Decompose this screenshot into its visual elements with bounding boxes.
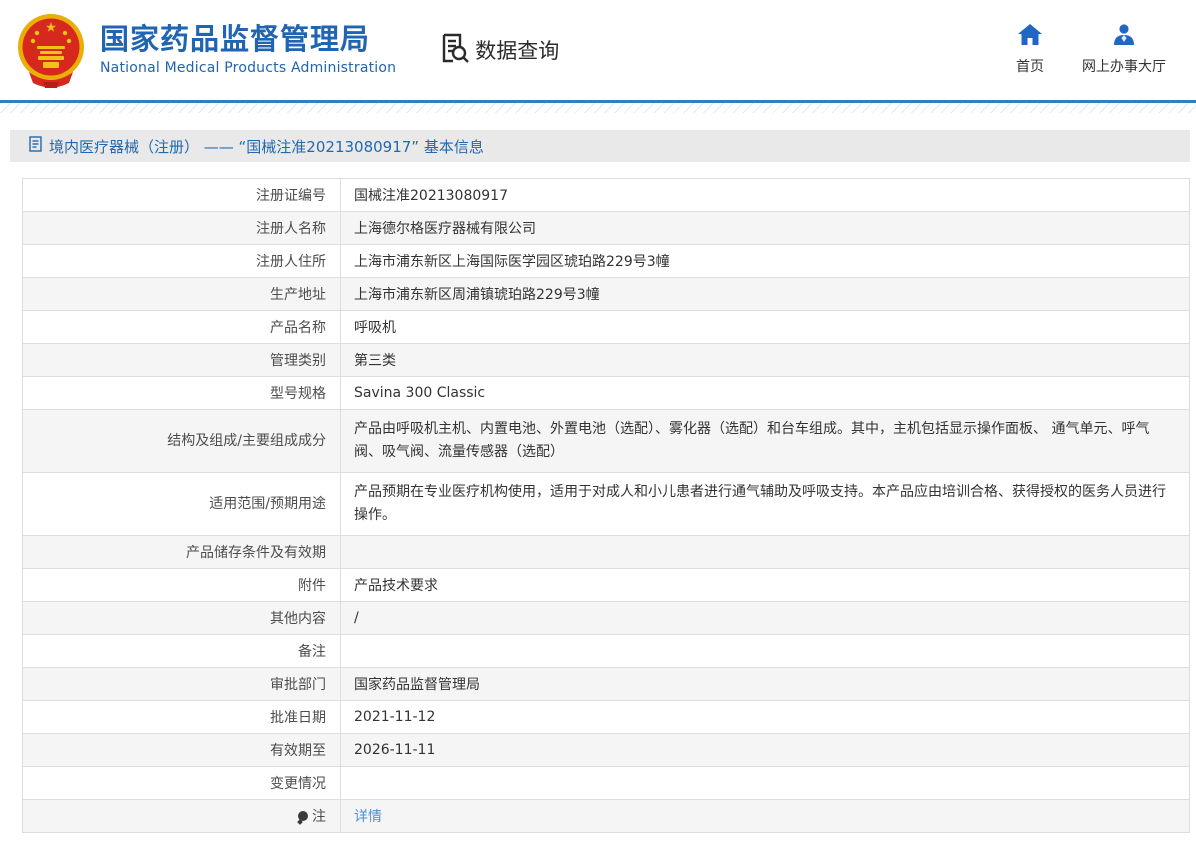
row-value: 产品技术要求 xyxy=(341,569,1190,602)
row-value: 国械注准20213080917 xyxy=(341,179,1190,212)
hatch-band xyxy=(0,103,1196,113)
table-row: 生产地址 上海市浦东新区周浦镇琥珀路229号3幢 xyxy=(23,278,1190,311)
row-value: 详情 xyxy=(341,800,1190,833)
table-row: 附件 产品技术要求 xyxy=(23,569,1190,602)
table-row: 产品储存条件及有效期 xyxy=(23,536,1190,569)
table-row: 注册人名称 上海德尔格医疗器械有限公司 xyxy=(23,212,1190,245)
note-label: 注 xyxy=(312,809,326,825)
row-label: 注册人住所 xyxy=(23,245,341,278)
row-label: 适用范围/预期用途 xyxy=(23,473,341,536)
table-row: 变更情况 xyxy=(23,767,1190,800)
table-row: 批准日期 2021-11-12 xyxy=(23,701,1190,734)
row-label: 结构及组成/主要组成成分 xyxy=(23,410,341,473)
table-row: 审批部门 国家药品监督管理局 xyxy=(23,668,1190,701)
row-value: 上海市浦东新区上海国际医学园区琥珀路229号3幢 xyxy=(341,245,1190,278)
table-row: 有效期至 2026-11-11 xyxy=(23,734,1190,767)
row-value: 产品预期在专业医疗机构使用，适用于对成人和小儿患者进行通气辅助及呼吸支持。本产品… xyxy=(341,473,1190,536)
row-value xyxy=(341,536,1190,569)
row-value: 产品由呼吸机主机、内置电池、外置电池（选配）、雾化器（选配）和台车组成。其中，主… xyxy=(341,410,1190,473)
nav-service-hall[interactable]: 网上办事大厅 xyxy=(1082,24,1166,76)
nav-service-hall-label: 网上办事大厅 xyxy=(1082,56,1166,76)
table-row: 注 详情 xyxy=(23,800,1190,833)
row-label: 有效期至 xyxy=(23,734,341,767)
row-value: Savina 300 Classic xyxy=(341,377,1190,410)
table-row: 注册人住所 上海市浦东新区上海国际医学园区琥珀路229号3幢 xyxy=(23,245,1190,278)
row-label: 产品储存条件及有效期 xyxy=(23,536,341,569)
bulb-icon xyxy=(298,811,308,821)
row-label: 备注 xyxy=(23,635,341,668)
row-label: 产品名称 xyxy=(23,311,341,344)
table-row: 备注 xyxy=(23,635,1190,668)
document-search-icon xyxy=(440,32,475,69)
page-title: 境内医疗器械（注册） —— “国械注准20213080917” 基本信息 xyxy=(49,136,484,157)
table-row: 其他内容 / xyxy=(23,602,1190,635)
site-title: 国家药品监督管理局 xyxy=(100,24,396,56)
document-icon xyxy=(29,136,42,156)
row-value: 第三类 xyxy=(341,344,1190,377)
row-label: 注册人名称 xyxy=(23,212,341,245)
table-row: 型号规格 Savina 300 Classic xyxy=(23,377,1190,410)
row-label: 变更情况 xyxy=(23,767,341,800)
row-label: 注册证编号 xyxy=(23,179,341,212)
details-link[interactable]: 详情 xyxy=(354,809,382,825)
row-value: 上海德尔格医疗器械有限公司 xyxy=(341,212,1190,245)
row-label: 批准日期 xyxy=(23,701,341,734)
row-value: 2026-11-11 xyxy=(341,734,1190,767)
site-subtitle: National Medical Products Administration xyxy=(100,60,396,76)
row-value xyxy=(341,767,1190,800)
site-header: 国家药品监督管理局 National Medical Products Admi… xyxy=(0,0,1196,100)
home-icon xyxy=(1018,24,1042,56)
row-label: 审批部门 xyxy=(23,668,341,701)
row-value: 国家药品监督管理局 xyxy=(341,668,1190,701)
row-value: 上海市浦东新区周浦镇琥珀路229号3幢 xyxy=(341,278,1190,311)
row-label: 附件 xyxy=(23,569,341,602)
logo-text: 国家药品监督管理局 National Medical Products Admi… xyxy=(100,24,396,77)
table-row: 注册证编号 国械注准20213080917 xyxy=(23,179,1190,212)
user-icon xyxy=(1113,24,1135,56)
table-row: 结构及组成/主要组成成分 产品由呼吸机主机、内置电池、外置电池（选配）、雾化器（… xyxy=(23,410,1190,473)
row-label: 管理类别 xyxy=(23,344,341,377)
row-value: 呼吸机 xyxy=(341,311,1190,344)
row-value: / xyxy=(341,602,1190,635)
table-row: 产品名称 呼吸机 xyxy=(23,311,1190,344)
row-value xyxy=(341,635,1190,668)
row-label: 注 xyxy=(23,800,341,833)
table-row: 适用范围/预期用途 产品预期在专业医疗机构使用，适用于对成人和小儿患者进行通气辅… xyxy=(23,473,1190,536)
data-query-text: 数据查询 xyxy=(475,35,559,65)
row-label: 型号规格 xyxy=(23,377,341,410)
table-row: 管理类别 第三类 xyxy=(23,344,1190,377)
row-value: 2021-11-12 xyxy=(341,701,1190,734)
national-emblem-icon xyxy=(13,10,89,90)
nav-home[interactable]: 首页 xyxy=(1016,24,1044,76)
header-nav: 首页 网上办事大厅 xyxy=(1016,24,1166,76)
row-label: 其他内容 xyxy=(23,602,341,635)
nav-home-label: 首页 xyxy=(1016,56,1044,76)
data-query-label[interactable]: 数据查询 xyxy=(440,32,559,69)
page-title-bar: 境内医疗器械（注册） —— “国械注准20213080917” 基本信息 xyxy=(10,130,1190,162)
row-label: 生产地址 xyxy=(23,278,341,311)
registration-info-table: 注册证编号 国械注准20213080917 注册人名称 上海德尔格医疗器械有限公… xyxy=(22,178,1190,833)
site-logo: 国家药品监督管理局 National Medical Products Admi… xyxy=(13,10,396,90)
